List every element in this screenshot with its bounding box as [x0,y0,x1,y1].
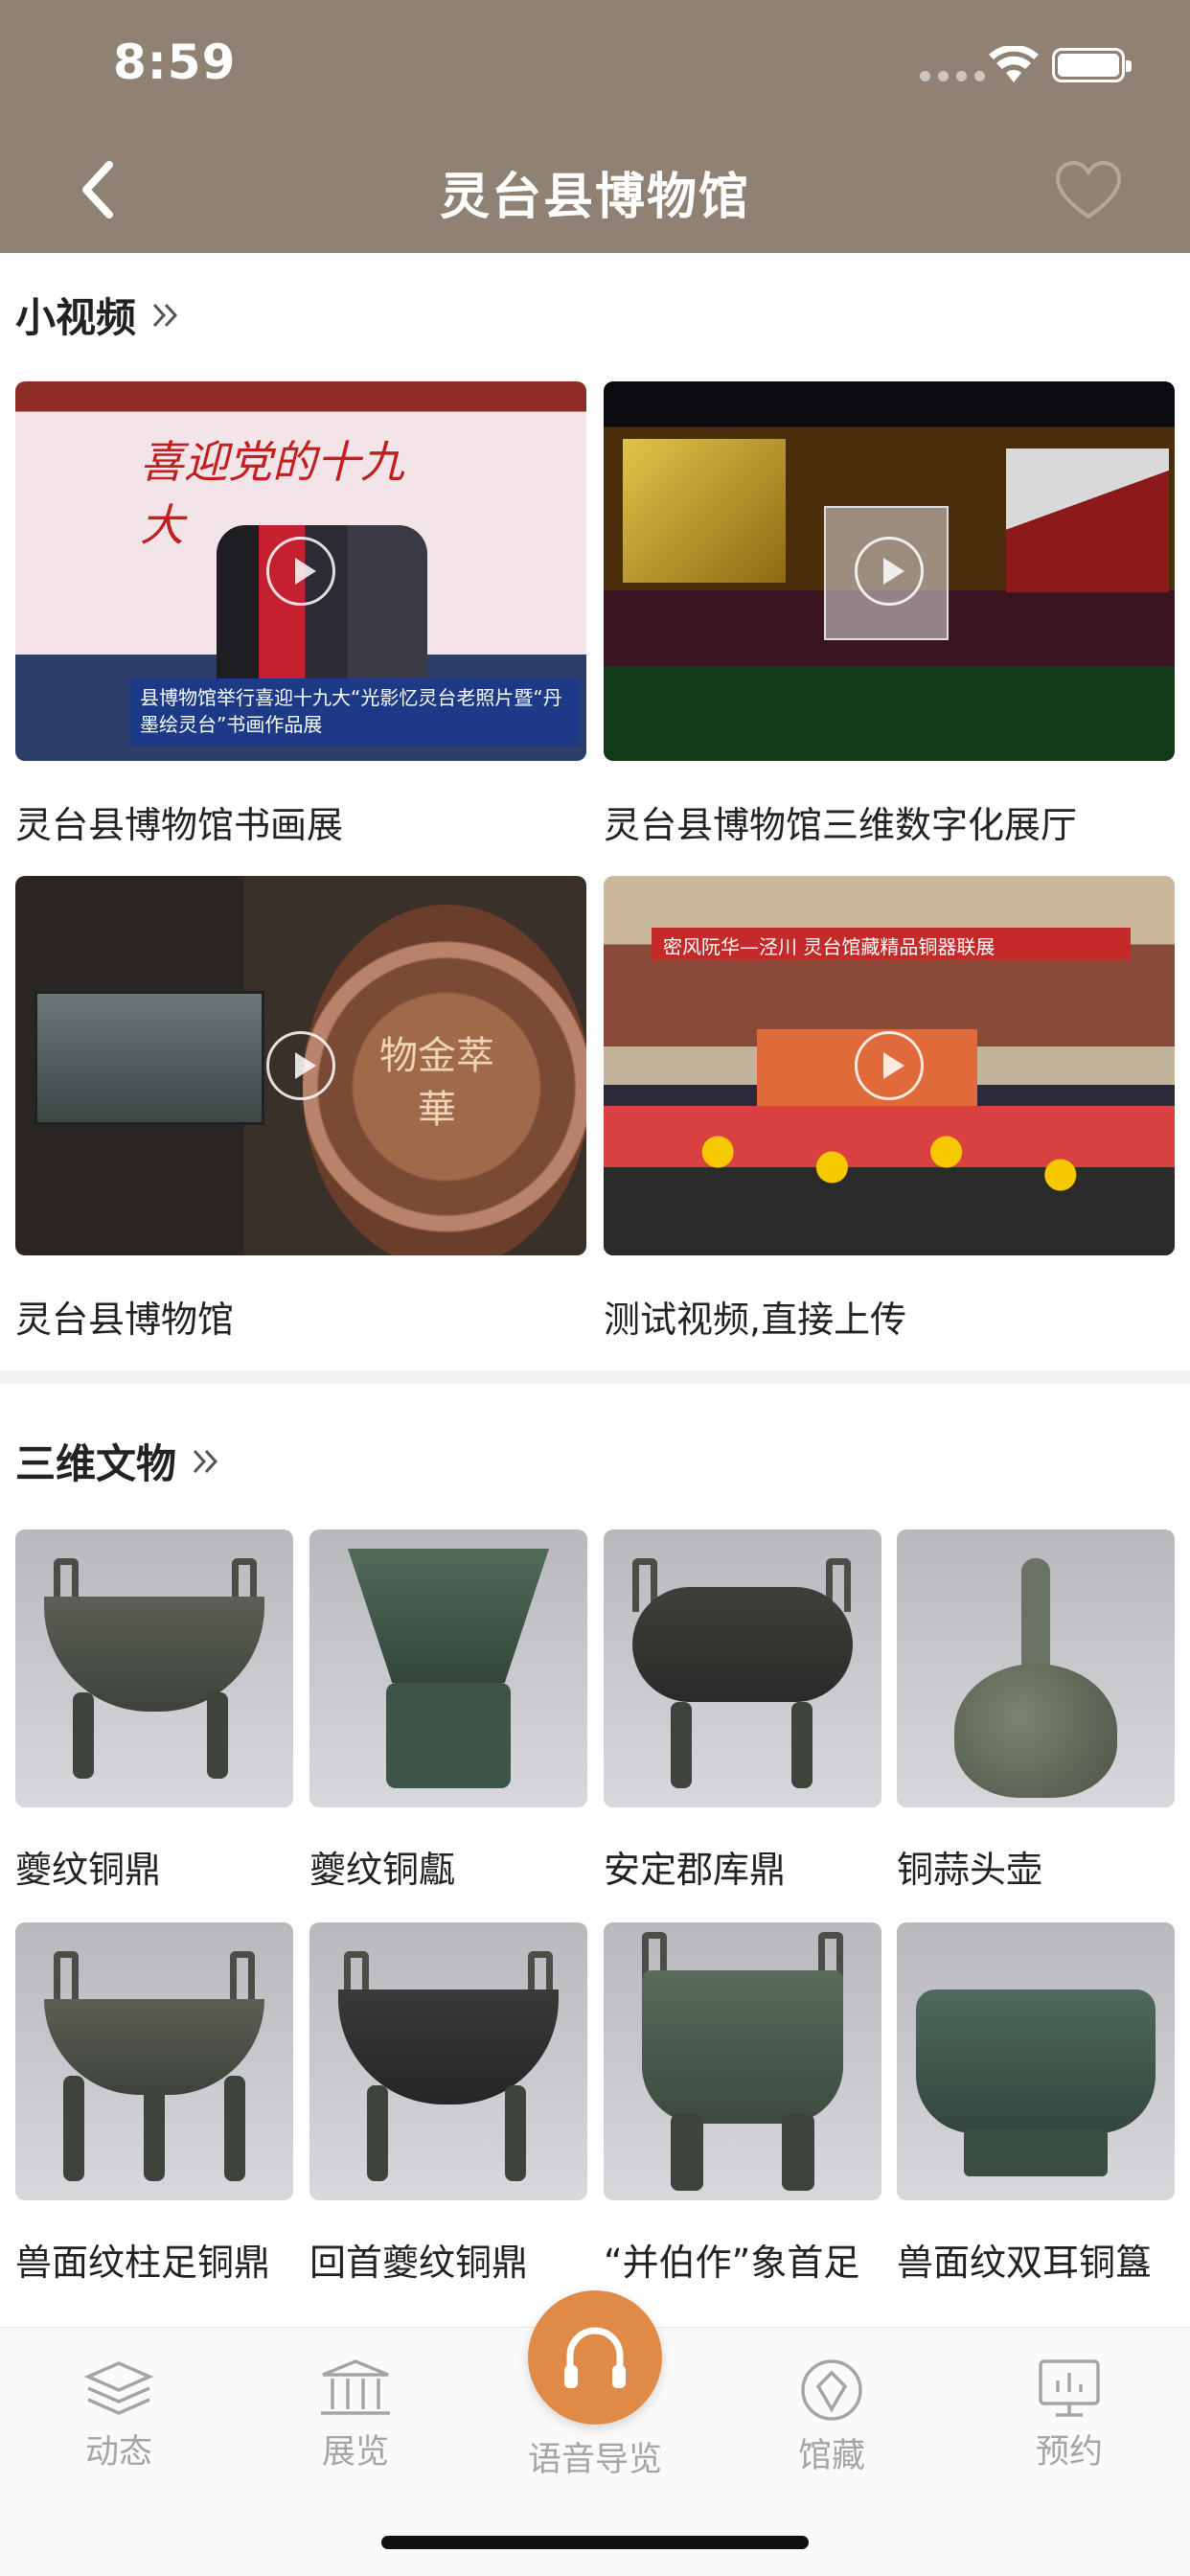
artifact-thumbnail[interactable] [897,1530,1175,1807]
battery-icon [1052,48,1132,82]
video-thumbnail[interactable]: 喜迎党的十九大 县博物馆举行喜迎十九大“光影忆灵台老照片暨“丹墨绘灵台”书画作品… [15,381,586,761]
museum-icon [321,2359,390,2415]
thumb-text: 物金萃華 [379,1034,494,1132]
artifact-thumbnail[interactable] [604,1922,881,2200]
play-icon [855,1031,924,1100]
thumb-figure [964,2128,1108,2176]
artifact-label[interactable]: 夔纹铜鼎 [15,1840,161,1893]
thumb-caption: 县博物馆举行喜迎十九大“光影忆灵台老照片暨“丹墨绘灵台”书画作品展 [130,678,581,746]
thumb-figure [54,1951,79,2005]
thumb-figure [632,1587,853,1702]
section-title: 小视频 [15,294,137,341]
tab-label: 馆藏 [797,2437,865,2475]
artifact-label[interactable]: “并伯作”象首足 [604,2233,859,2286]
thumb-figure [671,2114,703,2191]
artifact-thumbnail[interactable] [15,1530,293,1807]
wifi-icon [989,46,1039,82]
videos-section-header[interactable]: 小视频 [15,286,182,344]
status-time: 8:59 [113,34,237,90]
artifact-thumbnail[interactable] [897,1922,1175,2200]
section-title: 三维文物 [15,1440,177,1487]
heart-outline-icon[interactable] [1052,157,1125,222]
double-chevron-right-icon [193,1449,218,1473]
artifact-thumbnail[interactable] [309,1530,587,1807]
video-thumbnail[interactable] [604,381,1175,761]
tab-label: 展览 [321,2433,389,2472]
page-title: 灵台县博物馆 [439,169,750,226]
play-icon [855,537,924,606]
artifact-label[interactable]: 铜蒜头壶 [897,1840,1042,1893]
thumb-figure [623,439,786,583]
thumb-figure [73,1692,94,1779]
video-label[interactable]: 灵台县博物馆书画展 [15,795,343,848]
artifact-thumbnail[interactable] [309,1922,587,2200]
thumb-figure [954,1664,1117,1798]
artifact-thumbnail[interactable] [15,1922,293,2200]
video-label[interactable]: 灵台县博物馆 [15,1290,234,1343]
thumb-sign: 密风阮华—泾川 灵台馆藏精品铜器联展 [652,928,1131,960]
thumb-figure [505,2085,526,2181]
thumb-figure [207,1692,228,1779]
thumb-figure [1006,448,1169,592]
tab-label[interactable]: 语音导览 [499,2432,691,2481]
thumb-figure [230,1951,255,2005]
thumb-figure [386,1683,511,1788]
artifact-label[interactable]: 安定郡库鼎 [604,1840,786,1893]
thumb-figure [224,2076,245,2181]
thumb-figure [671,1702,692,1788]
double-chevron-right-icon [152,303,178,327]
tab-dynamics[interactable]: 动态 [42,2358,195,2473]
signal-icon [920,71,985,81]
artifact-thumbnail[interactable] [604,1530,881,1807]
thumb-figure [144,2085,165,2181]
play-icon [266,1031,335,1100]
tab-reservation[interactable]: 预约 [993,2358,1146,2473]
thumb-figure [34,991,264,1125]
layers-icon [83,2361,154,2415]
tab-collection[interactable]: 馆藏 [755,2358,908,2477]
artifact-label[interactable]: 回首夔纹铜鼎 [309,2233,528,2286]
section-divider [0,1370,1190,1384]
thumb-figure [367,2085,388,2181]
tab-exhibitions[interactable]: 展览 [279,2358,432,2473]
artifacts-section-header[interactable]: 三维文物 [15,1432,222,1490]
thumb-figure [791,1702,812,1788]
play-icon [266,537,335,606]
video-label[interactable]: 测试视频,直接上传 [604,1290,906,1343]
collection-icon [801,2359,862,2421]
video-thumbnail[interactable]: 密风阮华—泾川 灵台馆藏精品铜器联展 [604,876,1175,1255]
thumb-figure [604,1106,1175,1255]
video-thumbnail[interactable]: 物金萃華 [15,876,586,1255]
voice-guide-button[interactable] [528,2290,662,2425]
header-bar: 8:59 灵台县博物馆 [0,0,1190,253]
artifact-label[interactable]: 夔纹铜甗 [309,1840,455,1893]
tab-label: 预约 [1035,2433,1103,2472]
reservation-icon [1039,2359,1100,2417]
artifact-label[interactable]: 兽面纹双耳铜簋 [897,2233,1152,2286]
home-indicator [381,2536,809,2549]
thumb-banner: 喜迎党的十九大 [140,436,404,551]
thumb-figure [348,1549,549,1683]
video-label[interactable]: 灵台县博物馆三维数字化展厅 [604,795,1077,848]
headphones-icon [564,2327,626,2388]
thumb-figure [916,1990,1156,2133]
thumb-figure [642,1970,843,2124]
thumb-figure [63,2076,84,2181]
thumb-figure [782,2114,814,2191]
artifact-label[interactable]: 兽面纹柱足铜鼎 [15,2233,270,2286]
tab-label: 动态 [84,2433,152,2472]
